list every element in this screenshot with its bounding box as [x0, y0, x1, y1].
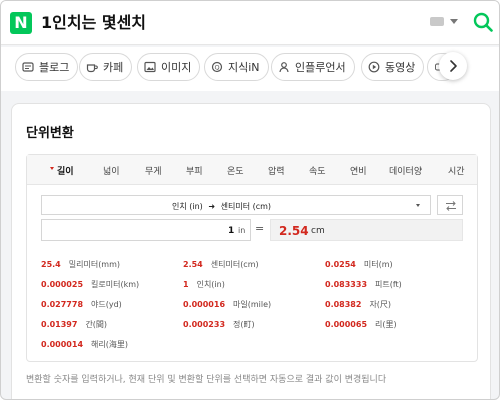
result-item: 0.000014 해리(海里): [41, 340, 128, 349]
person-icon: [279, 62, 289, 73]
input-value-field[interactable]: 1 in: [41, 219, 251, 241]
tab-pressure[interactable]: 압력: [268, 164, 285, 177]
tab-fuel[interactable]: 연비: [350, 164, 367, 177]
output-value-field: 2.54 cm: [270, 219, 463, 241]
input-value: 1: [228, 226, 235, 236]
result-item: 0.027778 야드(yd): [41, 300, 122, 309]
chevron-down-icon[interactable]: [450, 19, 458, 24]
tabs-next-button[interactable]: [439, 52, 467, 80]
chevron-right-icon: [450, 60, 457, 72]
play-icon: [368, 61, 380, 73]
unit-pair-text: 인치 (in) ➜ 센티미터 (cm): [172, 201, 271, 212]
tab-length[interactable]: 길이: [50, 164, 74, 177]
result-item: 1 인치(in): [183, 280, 225, 289]
tab-blog[interactable]: 블로그: [15, 53, 79, 81]
swap-units-button[interactable]: [437, 195, 463, 215]
result-item: 0.083333 피트(ft): [325, 280, 402, 289]
tab-label: 이미지: [161, 61, 192, 74]
search-tabs: 블로그 카페 이미지 Q 지식iN 인플루언서 동영상: [1, 47, 499, 91]
tab-time[interactable]: 시간: [448, 164, 465, 177]
search-query[interactable]: 1인치는 몇센치: [41, 12, 146, 34]
tab-video[interactable]: 동영상: [361, 53, 425, 81]
tab-label: 동영상: [385, 61, 416, 74]
result-item: 0.000233 정(町): [183, 320, 255, 329]
unit-converter-card: 단위변환 길이 넓이 무게 부피 온도 압력 속도 연비 데이터양 시간 인치 …: [11, 103, 491, 399]
qa-icon: Q: [211, 61, 223, 73]
result-item: 0.000065 리(里): [325, 320, 397, 329]
result-item: 0.08382 자(尺): [325, 300, 392, 309]
tab-label: 인플루언서: [295, 61, 346, 74]
help-text: 변환할 숫자를 입력하거나, 현재 단위 및 변환할 단위를 선택하면 자동으로…: [26, 375, 387, 385]
image-icon: [144, 61, 156, 73]
chevron-down-icon: [416, 204, 420, 207]
naver-logo[interactable]: N: [10, 12, 32, 34]
result-item: 0.000016 마일(mile): [183, 300, 272, 309]
tab-label: 카페: [103, 61, 124, 74]
card-title: 단위변환: [26, 126, 74, 141]
tab-image[interactable]: 이미지: [137, 53, 201, 81]
category-tabs: 길이 넓이 무게 부피 온도 압력 속도 연비 데이터양 시간: [27, 155, 477, 185]
swap-icon: [446, 201, 456, 211]
input-unit: in: [238, 226, 246, 235]
result-item: 0.0254 미터(m): [325, 260, 393, 269]
result-item: 0.000025 킬로미터(km): [41, 280, 140, 289]
tab-area[interactable]: 넓이: [103, 164, 120, 177]
cafe-icon: [86, 64, 98, 73]
tab-data[interactable]: 데이터양: [389, 164, 422, 177]
tab-label: 지식iN: [228, 61, 260, 74]
tab-influencer[interactable]: 인플루언서: [271, 53, 355, 81]
keyboard-icon[interactable]: [430, 17, 444, 26]
tab-temperature[interactable]: 온도: [227, 164, 244, 177]
converter-panel: 길이 넓이 무게 부피 온도 압력 속도 연비 데이터양 시간 인치 (in) …: [26, 154, 478, 362]
result-item: 2.54 센티미터(cm): [183, 260, 259, 269]
unit-pair-select[interactable]: 인치 (in) ➜ 센티미터 (cm): [41, 195, 431, 215]
tab-kin[interactable]: Q 지식iN: [204, 53, 269, 81]
tab-label: 블로그: [39, 61, 70, 74]
search-icon[interactable]: [473, 12, 493, 32]
blog-icon: [22, 62, 34, 72]
result-item: 25.4 밀리미터(mm): [41, 260, 121, 269]
equals-sign: =: [255, 222, 265, 235]
search-header: N 1인치는 몇센치: [1, 1, 499, 45]
tab-cafe[interactable]: 카페: [79, 53, 133, 81]
arrow-icon: ➜: [208, 202, 216, 211]
output-value: 2.54: [279, 224, 309, 238]
output-unit: cm: [311, 226, 325, 236]
svg-text:Q: Q: [214, 63, 219, 71]
tab-speed[interactable]: 속도: [309, 164, 326, 177]
tab-volume[interactable]: 부피: [186, 164, 203, 177]
from-unit: 인치 (in): [172, 202, 203, 211]
result-item: 0.01397 간(間): [41, 320, 108, 329]
to-unit: 센티미터 (cm): [220, 202, 272, 211]
browser-frame: N 1인치는 몇센치 블로그 카페 이미지 Q 지식iN 인플루언서 동영상 단…: [0, 0, 500, 400]
tab-weight[interactable]: 무게: [145, 164, 162, 177]
